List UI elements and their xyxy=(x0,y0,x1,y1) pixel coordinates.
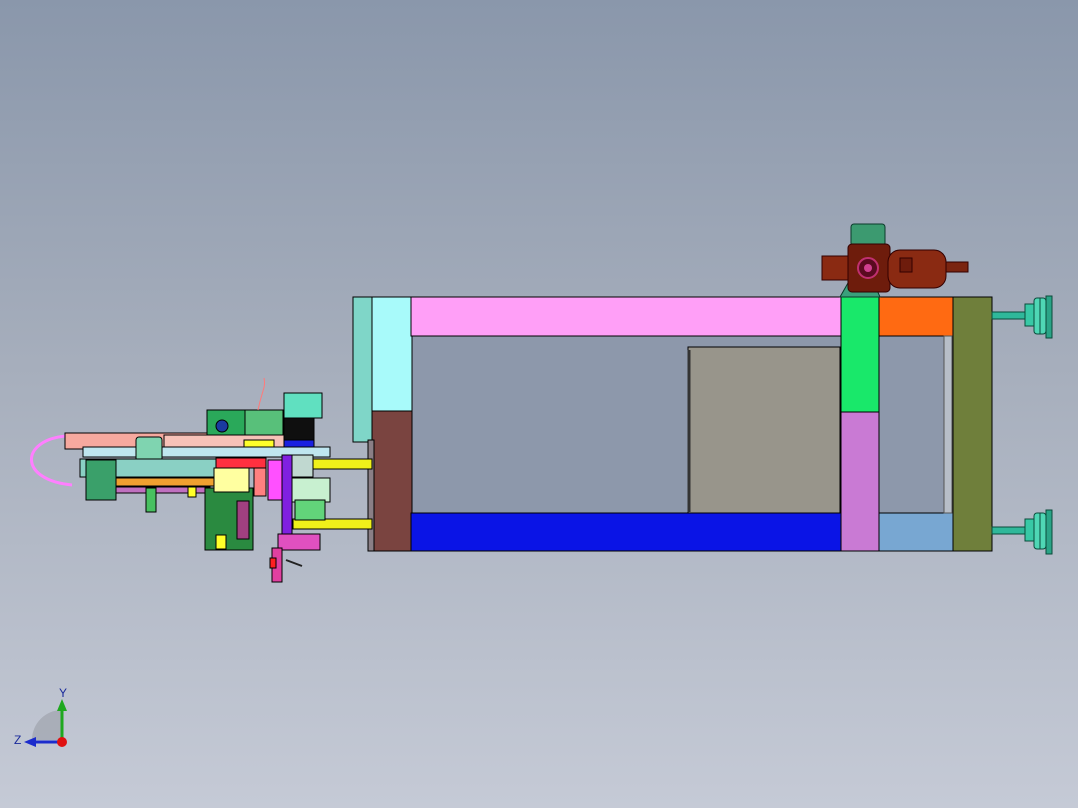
steel-blue-block[interactable] xyxy=(878,512,955,552)
rail-strip xyxy=(943,335,953,514)
olive-plate[interactable] xyxy=(952,296,993,552)
cad-viewport[interactable]: Y Z xyxy=(0,0,1078,808)
brown-block[interactable] xyxy=(371,410,413,552)
blue-beam[interactable] xyxy=(410,512,843,552)
x-axis-origin xyxy=(57,737,67,747)
cylinder-end-icon[interactable] xyxy=(991,509,1053,555)
main-frame[interactable] xyxy=(352,296,993,552)
motor-icon[interactable] xyxy=(821,223,969,298)
axis-triad-icon[interactable]: Y Z xyxy=(10,685,80,755)
orchid-block[interactable] xyxy=(840,411,880,552)
y-axis-label: Y xyxy=(59,686,67,700)
green-block[interactable] xyxy=(840,296,880,413)
pink-beam[interactable] xyxy=(410,296,843,337)
z-axis-label: Z xyxy=(14,733,21,747)
orange-block[interactable] xyxy=(878,296,955,337)
left-teal-plate[interactable] xyxy=(352,296,374,443)
cylinder-end-icon[interactable] xyxy=(991,295,1053,339)
left-thin-plate xyxy=(367,439,375,552)
left-mechanism[interactable] xyxy=(30,377,373,583)
gray-plate[interactable] xyxy=(687,346,841,514)
machine-assembly-model[interactable] xyxy=(0,0,1078,808)
cyan-block[interactable] xyxy=(371,296,413,412)
yellow-rod-top[interactable] xyxy=(312,458,373,470)
